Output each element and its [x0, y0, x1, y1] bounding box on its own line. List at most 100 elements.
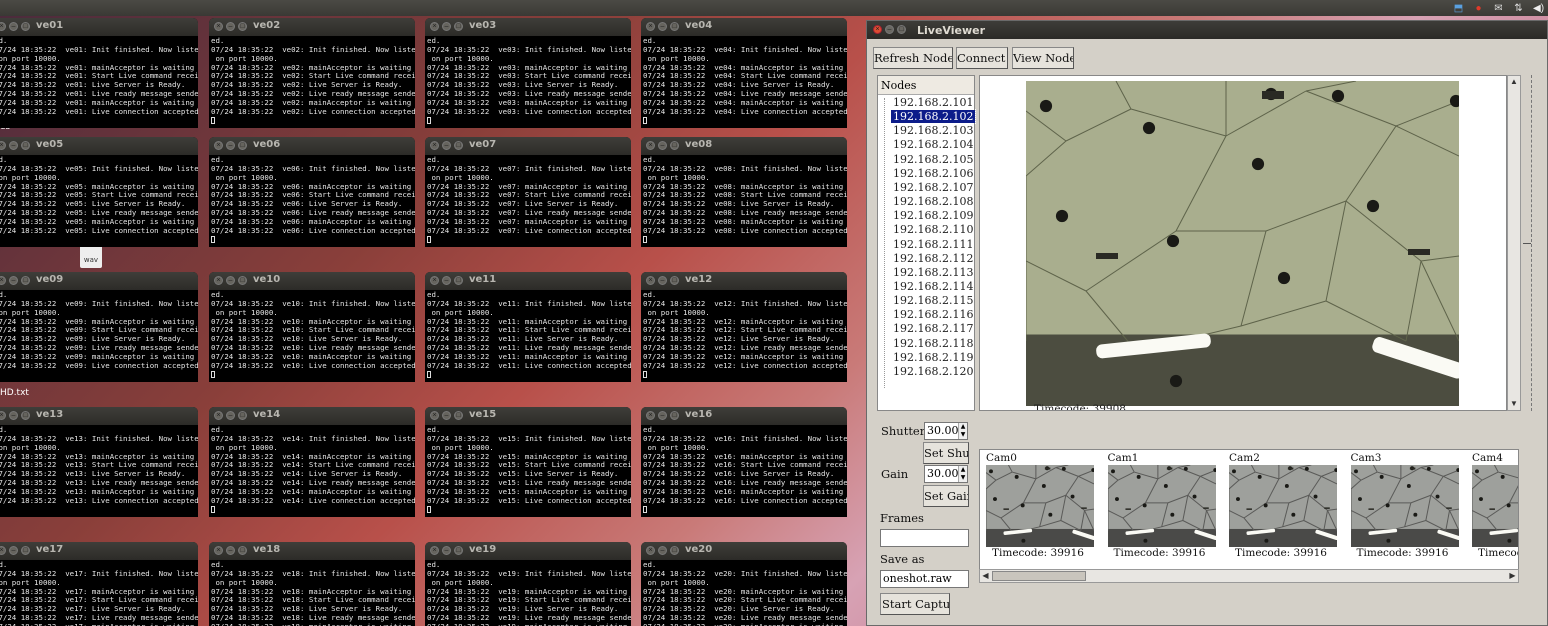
maximize-icon[interactable]: □ [897, 25, 906, 34]
close-icon[interactable]: × [214, 22, 223, 31]
node-item[interactable]: 192.168.2.111 [891, 238, 975, 251]
gain-spinbox[interactable]: 30.00 ▲ ▼ [924, 465, 968, 483]
terminal-titlebar[interactable]: × – □ ve08 [641, 137, 847, 155]
volume-icon[interactable]: ◀) [1533, 3, 1544, 14]
maximize-icon[interactable]: □ [21, 546, 30, 555]
terminal-titlebar[interactable]: × – □ ve12 [641, 272, 847, 290]
terminal-window[interactable]: × – □ ve03 ed. 07/24 18:35:22 ve03: Init fini… [425, 18, 631, 128]
terminal-titlebar[interactable]: × – □ ve16 [641, 407, 847, 425]
terminal-output[interactable]: ed. 07/24 18:35:22 ve15: Init finished. N… [425, 425, 631, 517]
scroll-left-icon[interactable]: ◀ [980, 570, 991, 582]
node-item[interactable]: 192.168.2.109 [891, 209, 975, 222]
node-item[interactable]: 192.168.2.106 [891, 167, 975, 180]
terminal-titlebar[interactable]: × – □ ve10 [209, 272, 415, 290]
maximize-icon[interactable]: □ [670, 276, 679, 285]
minimize-icon[interactable]: – [442, 276, 451, 285]
terminal-titlebar[interactable]: × – □ ve18 [209, 542, 415, 560]
terminal-titlebar[interactable]: × – □ ve17 [0, 542, 198, 560]
close-icon[interactable]: × [430, 276, 439, 285]
horizontal-scrollbar[interactable]: ◀ ▶ [979, 569, 1519, 583]
terminal-window[interactable]: × – □ ve11 ed. 07/24 18:35:22 ve11: Init fini… [425, 272, 631, 382]
connect-button[interactable]: Connect! [956, 47, 1008, 69]
terminal-output[interactable]: ed. 07/24 18:35:22 ve10: Init finished. N… [209, 290, 415, 382]
maximize-icon[interactable]: □ [238, 411, 247, 420]
terminal-output[interactable]: ed.07/24 18:35:22 ve05: Init finished. N… [0, 155, 198, 247]
node-item[interactable]: 192.168.2.110 [891, 223, 975, 236]
node-item[interactable]: 192.168.2.118 [891, 337, 975, 350]
minimize-icon[interactable]: – [442, 546, 451, 555]
minimize-icon[interactable]: – [9, 141, 18, 150]
terminal-window[interactable]: × – □ ve18 ed. 07/24 18:35:22 ve18: Init fini… [209, 542, 415, 626]
maximize-icon[interactable]: □ [21, 411, 30, 420]
minimize-icon[interactable]: – [226, 276, 235, 285]
maximize-icon[interactable]: □ [454, 411, 463, 420]
maximize-icon[interactable]: □ [454, 276, 463, 285]
maximize-icon[interactable]: □ [238, 276, 247, 285]
minimize-icon[interactable]: – [658, 546, 667, 555]
terminal-titlebar[interactable]: × – □ ve06 [209, 137, 415, 155]
dropbox-icon[interactable]: ⬒ [1453, 3, 1464, 14]
minimize-icon[interactable]: – [9, 22, 18, 31]
terminal-window[interactable]: × – □ ve07 ed. 07/24 18:35:22 ve07: Init fini… [425, 137, 631, 247]
shutter-spinbox[interactable]: 30.00 ▲ ▼ [924, 422, 968, 440]
maximize-icon[interactable]: □ [670, 411, 679, 420]
maximize-icon[interactable]: □ [670, 22, 679, 31]
maximize-icon[interactable]: □ [454, 141, 463, 150]
maximize-icon[interactable]: □ [21, 141, 30, 150]
terminal-titlebar[interactable]: × – □ ve07 [425, 137, 631, 155]
node-item[interactable]: 192.168.2.112 [891, 252, 975, 265]
terminal-output[interactable]: ed.07/24 18:35:22 ve09: Init finished. N… [0, 290, 198, 382]
terminal-window[interactable]: × – □ ve12 ed. 07/24 18:35:22 ve12: Init fini… [641, 272, 847, 382]
maximize-icon[interactable]: □ [238, 22, 247, 31]
terminal-titlebar[interactable]: × – □ ve14 [209, 407, 415, 425]
terminal-titlebar[interactable]: × – □ ve03 [425, 18, 631, 36]
spin-arrows-icon[interactable]: ▲ ▼ [958, 423, 967, 439]
terminal-window[interactable]: ×–□ ve17 ed.07/24 18:35:22 ve17: Init fini… [0, 542, 198, 626]
maximize-icon[interactable]: □ [238, 546, 247, 555]
minimize-icon[interactable]: – [226, 546, 235, 555]
terminal-output[interactable]: ed. 07/24 18:35:22 ve20: Init finished. N… [641, 560, 847, 626]
maximize-icon[interactable]: □ [670, 141, 679, 150]
camera-thumbnail[interactable]: Cam0 Timecode: 39916 [986, 452, 1102, 559]
close-icon[interactable]: × [0, 141, 6, 150]
maximize-icon[interactable]: □ [454, 546, 463, 555]
terminal-output[interactable]: ed. 07/24 18:35:22 ve08: Init finished. N… [641, 155, 847, 247]
minimize-icon[interactable]: – [658, 411, 667, 420]
terminal-output[interactable]: ed. 07/24 18:35:22 ve18: Init finished. N… [209, 560, 415, 626]
terminal-titlebar[interactable]: × – □ ve13 [0, 407, 198, 425]
close-icon[interactable]: × [0, 22, 6, 31]
terminal-output[interactable]: ed. 07/24 18:35:22 ve06: Init finished. N… [209, 155, 415, 247]
terminal-output[interactable]: ed. 07/24 18:35:22 ve07: Init finished. N… [425, 155, 631, 247]
nodes-list[interactable]: Nodes 192.168.2.101 192.168.2.102 192.168.… [877, 75, 977, 411]
node-item[interactable]: 192.168.2.101 [891, 96, 975, 109]
vertical-scrollbar[interactable]: ▲ ▼ [1507, 75, 1521, 411]
terminal-titlebar[interactable]: × – □ ve20 [641, 542, 847, 560]
minimize-icon[interactable]: – [658, 22, 667, 31]
terminal-window[interactable]: × – □ ve19 ed. 07/24 18:35:22 ve19: Init fini… [425, 542, 631, 626]
minimize-icon[interactable]: – [9, 276, 18, 285]
node-item[interactable]: 192.168.2.102 [889, 109, 977, 125]
node-item[interactable]: 192.168.2.113 [891, 266, 975, 279]
view-node-button[interactable]: View Node [1012, 47, 1074, 69]
close-icon[interactable]: × [214, 141, 223, 150]
close-icon[interactable]: × [0, 276, 6, 285]
minimize-icon[interactable]: – [226, 141, 235, 150]
terminal-window[interactable]: × – □ ve04 ed. 07/24 18:35:22 ve04: Init fini… [641, 18, 847, 128]
close-icon[interactable]: × [430, 411, 439, 420]
liveviewer-titlebar[interactable]: × – □ LiveViewer [867, 21, 1547, 39]
node-item[interactable]: 192.168.2.115 [891, 294, 975, 307]
desktop-file-label[interactable]: HD.txt [0, 388, 29, 398]
maximize-icon[interactable]: □ [238, 141, 247, 150]
close-icon[interactable]: × [0, 546, 6, 555]
minimize-icon[interactable]: – [9, 411, 18, 420]
node-item[interactable]: 192.168.2.108 [891, 195, 975, 208]
close-icon[interactable]: × [430, 141, 439, 150]
node-item[interactable]: 192.168.2.105 [891, 153, 975, 166]
refresh-nodes-button[interactable]: Refresh Nodes [873, 47, 953, 69]
set-shutter-button[interactable]: Set Shutter [923, 442, 969, 464]
maximize-icon[interactable]: □ [670, 546, 679, 555]
indicator-icon[interactable]: ● [1473, 3, 1484, 14]
scroll-up-icon[interactable]: ▲ [1508, 76, 1520, 88]
node-item[interactable]: 192.168.2.114 [891, 280, 975, 293]
terminal-output[interactable]: ed. 07/24 18:35:22 ve12: Init finished. N… [641, 290, 847, 382]
